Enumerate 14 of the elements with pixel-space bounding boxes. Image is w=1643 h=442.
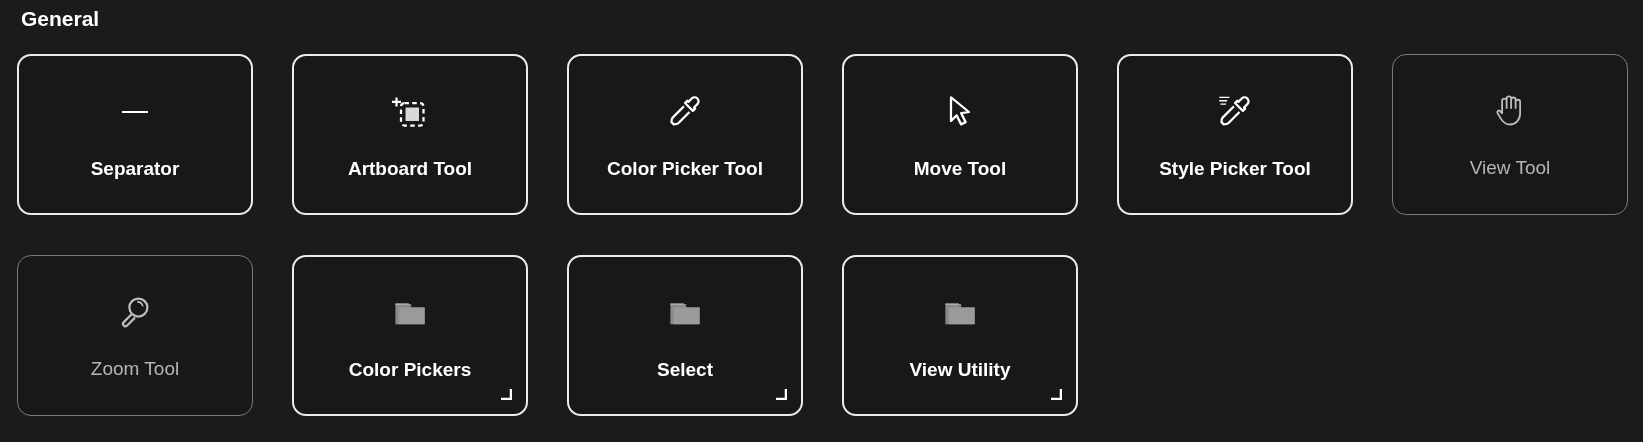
corner-icon xyxy=(500,388,512,400)
tool-tile[interactable]: Separator xyxy=(17,54,253,215)
tool-tile[interactable]: Artboard Tool xyxy=(292,54,528,215)
corner-icon xyxy=(775,388,787,400)
corner-icon xyxy=(1050,388,1062,400)
artboard-icon xyxy=(392,94,428,130)
tool-tile[interactable]: Select xyxy=(567,255,803,416)
tool-tile[interactable]: Color Picker Tool xyxy=(567,54,803,215)
section-title: General xyxy=(21,6,101,32)
tool-tile[interactable]: Style Picker Tool xyxy=(1117,54,1353,215)
tool-tile[interactable]: View Utility xyxy=(842,255,1078,416)
separator-line-icon xyxy=(122,111,148,113)
tool-tile[interactable]: Color Pickers xyxy=(292,255,528,416)
tool-tile[interactable]: Move Tool xyxy=(842,54,1078,215)
